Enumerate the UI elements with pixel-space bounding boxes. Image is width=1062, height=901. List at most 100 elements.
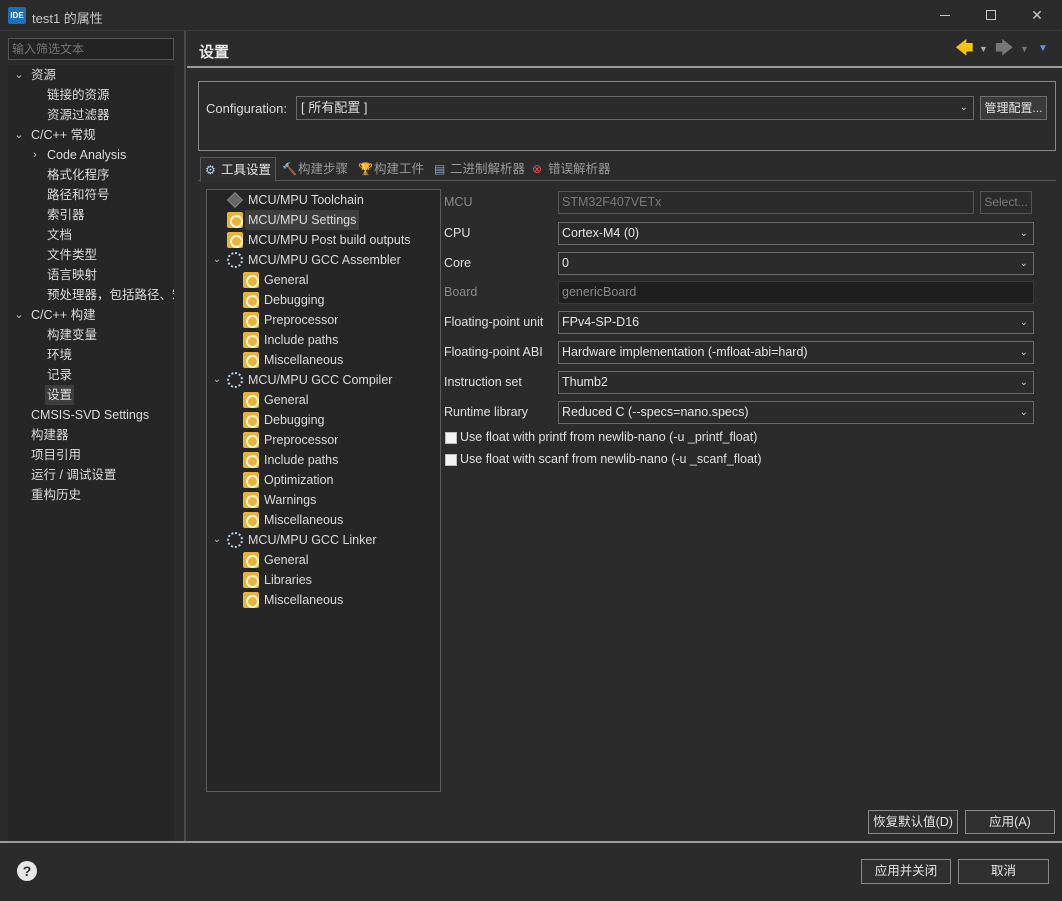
help-icon[interactable]: ? — [17, 861, 37, 881]
tool-tree-item[interactable]: Miscellaneous — [207, 350, 440, 370]
maximize-button[interactable] — [968, 0, 1014, 31]
apply-button[interactable]: 应用(A) — [965, 810, 1055, 834]
cancel-button[interactable]: 取消 — [958, 859, 1049, 884]
core-label: Core — [444, 256, 472, 270]
chevron-down-icon: ⌄ — [1019, 317, 1028, 328]
splitter[interactable] — [184, 31, 186, 841]
tool-tree-label: Libraries — [264, 573, 312, 587]
scanf-float-label: Use float with scanf from newlib-nano (-… — [460, 452, 762, 466]
settings-folder-icon — [243, 352, 259, 368]
tab-binary-parsers[interactable]: ▤ 二进制解析器 — [430, 157, 528, 181]
forward-menu-chevron-icon[interactable]: ▼ — [1020, 44, 1029, 54]
tool-tree-item[interactable]: MCU/MPU Toolchain — [207, 190, 440, 210]
tool-tree-item[interactable]: General — [207, 270, 440, 290]
chevron-down-icon[interactable]: ⌄ — [211, 530, 223, 550]
chevron-down-icon[interactable]: ⌄ — [211, 250, 223, 270]
fpu-select[interactable]: FPv4-SP-D16 ⌄ — [558, 311, 1034, 334]
tab-build-steps[interactable]: 🔨 构建步骤 — [278, 157, 354, 181]
minimize-button[interactable] — [922, 0, 968, 31]
forward-arrow-icon[interactable]: 🡆 — [995, 38, 1014, 58]
chevron-down-icon[interactable]: ⌄ — [12, 305, 26, 325]
chevron-down-icon[interactable]: ⌄ — [12, 65, 26, 85]
apply-and-close-button[interactable]: 应用并关闭 — [861, 859, 951, 884]
view-menu-icon[interactable]: ▼ — [1038, 43, 1048, 54]
float-abi-select[interactable]: Hardware implementation (-mfloat-abi=har… — [558, 341, 1034, 364]
tool-tree-item[interactable]: General — [207, 390, 440, 410]
mcu-field: STM32F407VETx — [558, 191, 974, 214]
nav-item-label: 资源过滤器 — [47, 108, 110, 122]
tool-tree-item[interactable]: General — [207, 550, 440, 570]
chevron-down-icon: ⌄ — [1019, 347, 1028, 358]
mcu-select-button[interactable]: Select... — [980, 191, 1032, 214]
tool-tree-label: General — [264, 553, 309, 567]
runtime-library-select[interactable]: Reduced C (--specs=nano.specs) ⌄ — [558, 401, 1034, 424]
nav-item-label: 文件类型 — [47, 248, 98, 262]
printf-float-checkbox[interactable] — [445, 432, 457, 444]
configuration-select[interactable]: [ 所有配置 ] ⌄ — [296, 96, 974, 120]
nav-item-label: 索引器 — [47, 208, 85, 222]
window-title: test1 的属性 — [32, 11, 103, 26]
tool-tree-label: MCU/MPU GCC Linker — [248, 533, 377, 547]
restore-defaults-button[interactable]: 恢复默认值(D) — [868, 810, 958, 834]
tool-tree-item[interactable]: Preprocessor — [207, 310, 440, 330]
settings-folder-icon — [243, 472, 259, 488]
tool-tree-item[interactable]: ⌄ MCU/MPU GCC Linker — [207, 530, 440, 550]
nav-item-label: 预处理器，包括路径、宏 — [47, 288, 174, 302]
close-button[interactable]: ✕ — [1014, 0, 1060, 31]
tool-tree-label: Optimization — [264, 473, 334, 487]
cpu-select[interactable]: Cortex-M4 (0) ⌄ — [558, 222, 1034, 245]
back-menu-chevron-icon[interactable]: ▼ — [979, 44, 988, 54]
nav-item-label: C/C++ 常规 — [31, 128, 96, 142]
gear-icon — [227, 532, 243, 548]
tool-tree-item[interactable]: Optimization — [207, 470, 440, 490]
tab-bar: ⚙ 工具设置 🔨 构建步骤 🏆 构建工件 ▤ 二进制解析器 ⊗ 错误解析器 — [198, 157, 1056, 182]
tab-build-artifact[interactable]: 🏆 构建工件 — [354, 157, 430, 181]
filter-input[interactable] — [8, 38, 174, 60]
tool-tree-label: Include paths — [264, 333, 339, 347]
tool-tree-item[interactable]: Preprocessor — [207, 430, 440, 450]
chevron-down-icon[interactable]: ⌄ — [12, 125, 26, 145]
tool-tree-label: Miscellaneous — [264, 353, 344, 367]
settings-folder-icon — [243, 492, 259, 508]
header-divider — [187, 66, 1062, 68]
tool-tree-label: MCU/MPU GCC Assembler — [248, 253, 401, 267]
nav-tree: ⌄ 资源 链接的资源 资源过滤器 ⌄ C/C++ 常规 › Code Analysis 格式化程… — [8, 65, 174, 841]
chevron-down-icon[interactable]: ⌄ — [211, 370, 223, 390]
scanf-float-option[interactable]: Use float with scanf from newlib-nano (-… — [445, 452, 845, 470]
tool-tree-item[interactable]: Debugging — [207, 290, 440, 310]
scanf-float-checkbox[interactable] — [445, 454, 457, 466]
configuration-label: Configuration: — [206, 101, 287, 116]
chevron-right-icon[interactable]: › — [28, 145, 42, 165]
settings-folder-icon — [227, 212, 243, 228]
tool-tree-item[interactable]: MCU/MPU Settings — [207, 210, 440, 230]
manage-configurations-button[interactable]: 管理配置... — [980, 96, 1047, 120]
tool-tree-item[interactable]: Libraries — [207, 570, 440, 590]
nav-item-label: 格式化程序 — [47, 168, 110, 182]
chevron-down-icon: ⌄ — [1019, 407, 1028, 418]
tab-tool-settings[interactable]: ⚙ 工具设置 — [200, 157, 276, 182]
tool-tree-item[interactable]: Miscellaneous — [207, 590, 440, 610]
settings-folder-icon — [243, 292, 259, 308]
gear-icon — [227, 252, 243, 268]
maximize-icon — [986, 10, 996, 20]
close-icon: ✕ — [1031, 7, 1043, 23]
settings-folder-icon — [243, 392, 259, 408]
core-select[interactable]: 0 ⌄ — [558, 252, 1034, 275]
back-arrow-icon[interactable]: 🡄 — [955, 38, 974, 58]
tab-error-parsers[interactable]: ⊗ 错误解析器 — [528, 157, 618, 181]
tool-tree-item[interactable]: Include paths — [207, 450, 440, 470]
tool-tree-label: MCU/MPU Settings — [245, 210, 360, 230]
tool-tree-item[interactable]: MCU/MPU Post build outputs — [207, 230, 440, 250]
nav-item-label: C/C++ 构建 — [31, 308, 96, 322]
tool-tree-label: MCU/MPU Toolchain — [248, 193, 364, 207]
tool-tree-item[interactable]: Miscellaneous — [207, 510, 440, 530]
printf-float-option[interactable]: Use float with printf from newlib-nano (… — [445, 430, 845, 448]
nav-item-label: 资源 — [31, 68, 57, 82]
instruction-set-select[interactable]: Thumb2 ⌄ — [558, 371, 1034, 394]
tool-tree-label: MCU/MPU GCC Compiler — [248, 373, 393, 387]
tool-tree-item[interactable]: ⌄ MCU/MPU GCC Assembler — [207, 250, 440, 270]
tool-tree-item[interactable]: Include paths — [207, 330, 440, 350]
tool-tree-item[interactable]: Debugging — [207, 410, 440, 430]
tool-tree-item[interactable]: ⌄ MCU/MPU GCC Compiler — [207, 370, 440, 390]
tool-tree-item[interactable]: Warnings — [207, 490, 440, 510]
